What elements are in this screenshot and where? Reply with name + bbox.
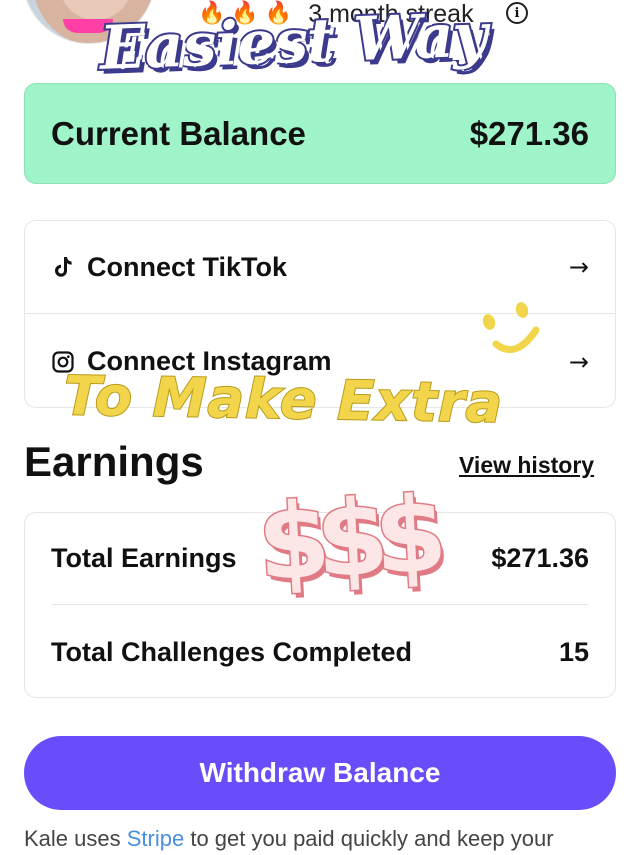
balance-value: $271.36 [469, 114, 589, 152]
balance-label: Current Balance [51, 114, 306, 152]
challenges-completed-label: Total Challenges Completed [51, 636, 413, 667]
arrow-right-icon: → [568, 253, 589, 281]
earnings-title: Earnings [24, 438, 204, 485]
total-earnings-label: Total Earnings [51, 543, 237, 573]
stripe-link[interactable]: Stripe [127, 826, 184, 851]
tiktok-icon [51, 255, 75, 279]
view-history-link[interactable]: View history [459, 452, 594, 479]
footer-text: Kale uses Stripe to get you paid quickly… [24, 826, 554, 852]
easiest-way-sticker: Easiest Way [97, 0, 490, 86]
withdraw-balance-button[interactable]: Withdraw Balance [24, 736, 616, 810]
current-balance-card: Current Balance $271.36 [24, 83, 616, 184]
arrow-right-icon: → [568, 347, 589, 376]
dollar-signs-sticker: $$$ [253, 472, 437, 606]
to-make-extra-sticker: To Make Extra [63, 363, 505, 436]
footer-prefix: Kale uses [24, 826, 127, 851]
smiley-sticker [482, 302, 540, 354]
total-earnings-value: $271.36 [491, 543, 589, 573]
challenges-completed-value: 15 [558, 636, 589, 667]
challenges-completed-row: Total Challenges Completed 15 [51, 606, 589, 698]
connect-tiktok-label: Connect TikTok [87, 251, 288, 282]
footer-suffix: to get you paid quickly and keep your [184, 826, 554, 851]
